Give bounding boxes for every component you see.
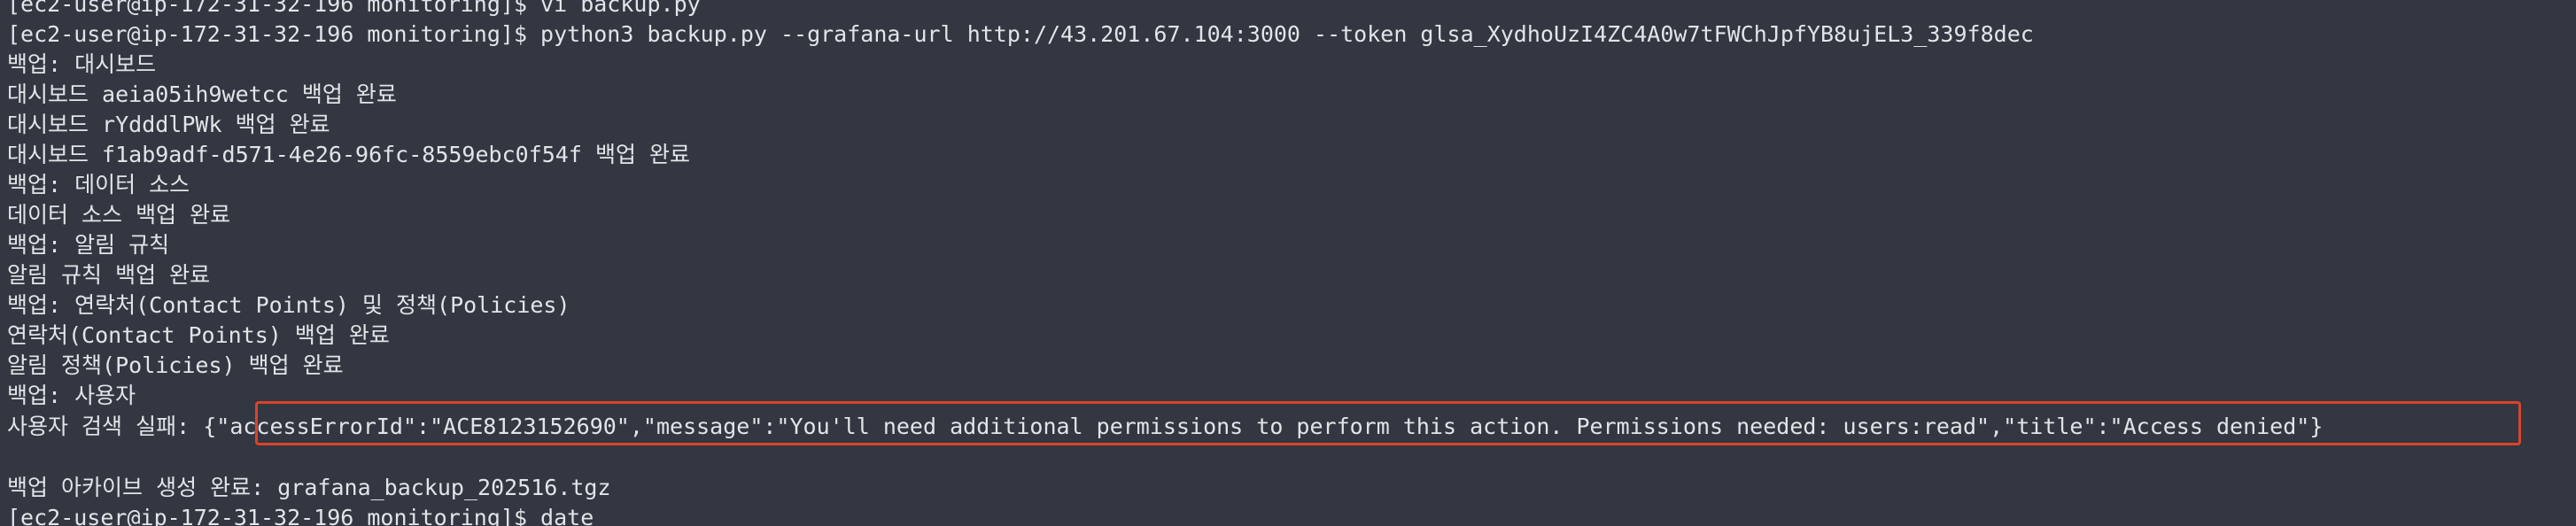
terminal-line-dashboard-1: 대시보드 aeia05ih9wetcc 백업 완료 bbox=[7, 81, 397, 107]
terminal-window[interactable]: [ec2-user@ip-172-31-32-196 monitoring]$ … bbox=[0, 0, 2576, 526]
terminal-line-backup-alert-rules: 백업: 알림 규칙 bbox=[7, 232, 170, 258]
terminal-line-prompt-vi: [ec2-user@ip-172-31-32-196 monitoring]$ … bbox=[7, 0, 701, 17]
terminal-line-prompt-date: [ec2-user@ip-172-31-32-196 monitoring]$ … bbox=[7, 505, 594, 526]
error-highlight-box bbox=[255, 401, 2521, 445]
terminal-line-dashboard-3: 대시보드 f1ab9adf-d571-4e26-96fc-8559ebc0f54… bbox=[7, 142, 691, 167]
terminal-line-policies-done: 알림 정책(Policies) 백업 완료 bbox=[7, 352, 344, 378]
terminal-line-dashboard-2: 대시보드 rYdddlPWk 백업 완료 bbox=[7, 112, 330, 137]
error-prefix: 사용자 검색 실패: bbox=[7, 414, 204, 439]
terminal-line-backup-dashboards: 백업: 대시보드 bbox=[7, 51, 157, 77]
terminal-line-prompt-python: [ec2-user@ip-172-31-32-196 monitoring]$ … bbox=[7, 21, 2034, 47]
terminal-line-datasources-done: 데이터 소스 백업 완료 bbox=[7, 202, 231, 228]
terminal-line-backup-users: 백업: 사용자 bbox=[7, 383, 136, 408]
terminal-line-backup-contacts-policies: 백업: 연락처(Contact Points) 및 정책(Policies) bbox=[7, 292, 570, 318]
terminal-line-alert-rules-done: 알림 규칙 백업 완료 bbox=[7, 262, 211, 288]
terminal-line-contacts-done: 연락처(Contact Points) 백업 완료 bbox=[7, 322, 390, 348]
terminal-line-backup-datasources: 백업: 데이터 소스 bbox=[7, 172, 190, 197]
terminal-line-archive-created: 백업 아카이브 생성 완료: grafana_backup_202516.tgz bbox=[7, 475, 611, 500]
